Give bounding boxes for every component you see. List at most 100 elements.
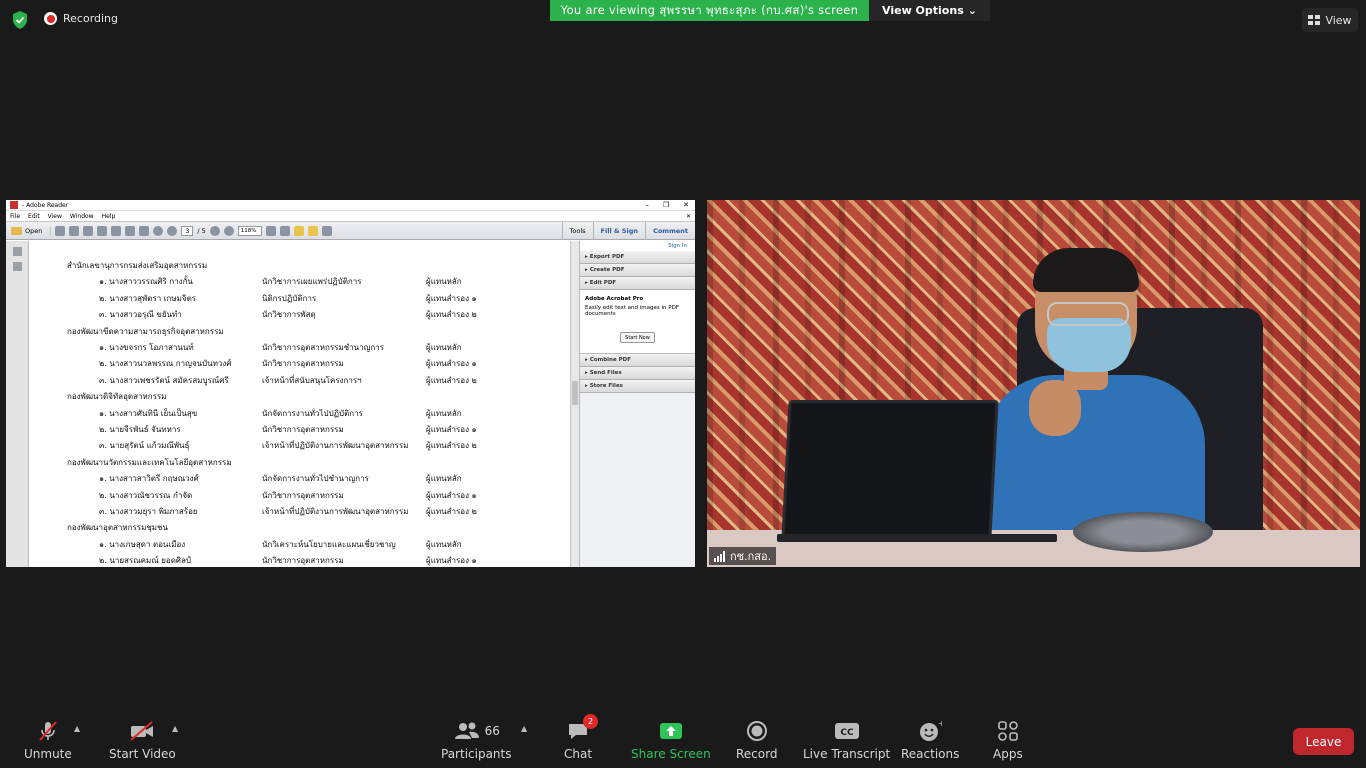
record-label: Record: [736, 747, 778, 761]
doc-section-heading: กองพัฒนาดิจิทัลอุตสาหกรรม: [67, 392, 167, 402]
sign-in-link[interactable]: Sign In: [580, 241, 695, 251]
comment-tab[interactable]: Comment: [645, 222, 695, 240]
person-hair: [1033, 248, 1139, 292]
doc-member-role: ผู้แทนสำรอง ๒: [426, 441, 477, 451]
print-icon[interactable]: [125, 225, 136, 236]
laptop-base: [777, 534, 1057, 542]
doc-member-name: ๒. นางสาวนวลพรรณ กาญจนบันทวงศ์: [99, 359, 232, 369]
reactions-button[interactable]: + Reactions: [901, 718, 959, 761]
zoom-out-icon[interactable]: [209, 225, 220, 236]
edit-pdf-section[interactable]: Edit PDF: [580, 277, 695, 290]
fill-sign-tab[interactable]: Fill & Sign: [592, 222, 646, 240]
send-files-section[interactable]: Send Files: [580, 367, 695, 380]
doc-member-position: เจ้าหน้าที่ปฏิบัติงานการพัฒนาอุตสาหกรรม: [262, 507, 409, 516]
start-now-button[interactable]: Start Now: [620, 332, 655, 343]
participants-options-chevron-icon[interactable]: ▲: [521, 724, 527, 733]
grid-view-icon: [1308, 15, 1321, 25]
doc-member-role: ผู้แทนสำรอง ๑: [426, 490, 477, 500]
recording-indicator[interactable]: Recording: [44, 12, 118, 25]
chat-unread-badge: 2: [583, 714, 599, 729]
email-icon[interactable]: [139, 225, 150, 236]
view-options-button[interactable]: View Options ⌄: [869, 0, 990, 21]
start-video-label: Start Video: [109, 747, 176, 761]
convert-icon[interactable]: [69, 225, 80, 236]
menu-window[interactable]: Window: [70, 213, 94, 220]
menu-help[interactable]: Help: [102, 213, 116, 220]
participant-name-label: กช.กสอ.: [709, 547, 777, 565]
chevron-down-icon: ⌄: [967, 4, 977, 17]
adobe-nav-pane: [6, 241, 29, 567]
doc-member-role: ผู้แทนสำรอง ๒: [426, 375, 477, 385]
fit-width-icon[interactable]: [279, 225, 290, 236]
page-up-icon[interactable]: [153, 225, 164, 236]
reactions-smiley-icon: +: [920, 720, 942, 741]
view-options-label: View Options: [882, 4, 964, 17]
adobe-body: สำนักเลขานุการกรมส่งเสริมอุตสาหกรรม๑. นา…: [6, 241, 695, 567]
fit-page-icon[interactable]: [265, 225, 276, 236]
store-files-section[interactable]: Store Files: [580, 380, 695, 393]
export-pdf-section[interactable]: Export PDF: [580, 251, 695, 264]
save-icon[interactable]: [111, 225, 122, 236]
doc-section-heading: สำนักเลขานุการกรมส่งเสริมอุตสาหกรรม: [67, 261, 208, 270]
page-number-input[interactable]: 3: [181, 225, 194, 236]
attachments-icon[interactable]: [13, 262, 22, 271]
chat-label: Chat: [564, 747, 593, 761]
menu-edit[interactable]: Edit: [28, 213, 40, 220]
create-pdf-icon[interactable]: [55, 225, 66, 236]
start-video-button[interactable]: Start Video: [109, 718, 176, 761]
page-thumbnails-icon[interactable]: [13, 247, 22, 256]
tools-tab[interactable]: Tools: [561, 222, 593, 240]
doc-member-name: ๒. นายจีรพันธ์ จันทหาร: [99, 425, 181, 434]
scrollbar-thumb[interactable]: [572, 381, 578, 405]
shared-screen[interactable]: - Adobe Reader – ❐ ✕ File Edit View Wind…: [6, 200, 695, 567]
cloud-upload-icon[interactable]: [97, 225, 108, 236]
adobe-menu-bar: File Edit View Window Help ✕: [6, 211, 695, 221]
meeting-controls: Unmute ▲ Start Video ▲ 66 Participants ▲…: [0, 712, 1366, 768]
adobe-window-title: - Adobe Reader: [22, 201, 69, 209]
minimize-icon[interactable]: –: [645, 201, 649, 209]
doc-member-role: ผู้แทนหลัก: [426, 539, 462, 549]
restore-icon[interactable]: ❐: [663, 201, 669, 209]
zoom-level-select[interactable]: 118%: [237, 225, 262, 236]
viewing-screen-banner: You are viewing สุพรรษา พุทธะสุภะ (กบ.ศส…: [550, 0, 869, 21]
security-shield-icon[interactable]: [10, 10, 30, 30]
create-pdf-section[interactable]: Create PDF: [580, 264, 695, 277]
record-button[interactable]: Record: [736, 718, 777, 761]
combine-pdf-section[interactable]: Combine PDF: [580, 354, 695, 367]
live-transcript-label: Live Transcript: [803, 747, 891, 761]
pdf-scrollbar[interactable]: [570, 241, 579, 567]
share-screen-button[interactable]: Share Screen: [631, 718, 711, 761]
pdf-document-page[interactable]: สำนักเลขานุการกรมส่งเสริมอุตสาหกรรม๑. นา…: [29, 241, 570, 567]
doc-member-role: ผู้แทนสำรอง ๒: [426, 507, 477, 516]
video-options-chevron-icon[interactable]: ▲: [172, 724, 178, 733]
comment-bubble-icon[interactable]: [293, 225, 304, 236]
live-transcript-button[interactable]: CC Live Transcript: [803, 718, 890, 761]
doc-close-icon[interactable]: ✕: [686, 213, 691, 220]
eyeglasses: [1047, 302, 1129, 326]
chat-button[interactable]: 2 Chat: [564, 714, 599, 761]
view-button[interactable]: View: [1302, 8, 1358, 32]
participant-video-tile[interactable]: กช.กสอ.: [707, 200, 1360, 567]
apps-button[interactable]: Apps: [993, 718, 1023, 761]
participants-button[interactable]: 66 Participants: [441, 718, 512, 761]
zoom-in-icon[interactable]: [223, 225, 234, 236]
doc-member-name: ๑. นางเกษสุดา ดอนเมือง: [99, 539, 186, 549]
page-down-icon[interactable]: [167, 225, 178, 236]
open-button[interactable]: Open: [11, 226, 52, 235]
doc-member-role: ผู้แทนสำรอง ๑: [426, 359, 477, 369]
edit-icon[interactable]: [83, 225, 94, 236]
svg-text:CC: CC: [840, 728, 854, 738]
expand-icon[interactable]: [321, 225, 332, 236]
audio-options-chevron-icon[interactable]: ▲: [74, 724, 80, 733]
doc-member-position: นักวิชาการอุตสาหกรรม: [262, 556, 344, 566]
doc-member-role: ผู้แทนหลัก: [426, 474, 462, 484]
doc-member-name: ๓. นางสาวอรุณี ขยันทำ: [99, 310, 182, 320]
doc-member-name: ๑. นางสาวสาวิตรี กฤษณวงศ์: [99, 474, 199, 484]
close-icon[interactable]: ✕: [683, 201, 689, 209]
leave-button[interactable]: Leave: [1293, 728, 1354, 755]
unmute-button[interactable]: Unmute: [24, 718, 72, 761]
apps-label: Apps: [993, 747, 1023, 761]
highlight-icon[interactable]: [307, 225, 318, 236]
menu-view[interactable]: View: [48, 213, 62, 220]
menu-file[interactable]: File: [10, 213, 20, 220]
